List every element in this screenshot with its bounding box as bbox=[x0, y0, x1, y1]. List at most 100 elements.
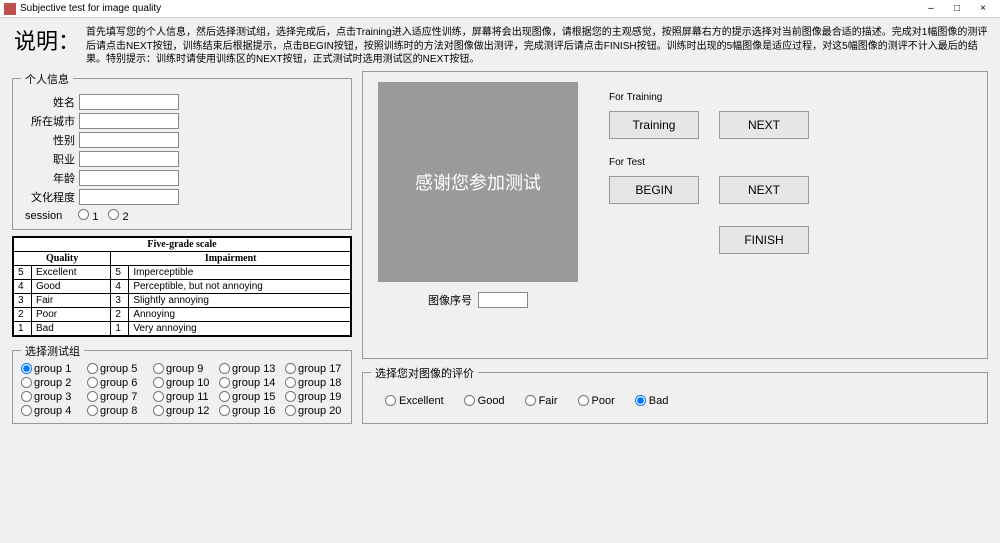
group-option[interactable]: group 5 bbox=[87, 363, 145, 375]
group-option[interactable]: group 18 bbox=[285, 377, 343, 389]
field-gender: 性别 bbox=[21, 132, 343, 148]
training-button[interactable]: Training bbox=[609, 111, 699, 139]
group-option[interactable]: group 13 bbox=[219, 363, 277, 375]
label-city: 所在城市 bbox=[21, 113, 75, 129]
scale-num: 1 bbox=[14, 321, 32, 335]
instructions-text: 首先填写您的个人信息，然后选择测试组，选择完成后，点击Training进入适应性… bbox=[86, 24, 988, 67]
scale-num: 3 bbox=[14, 293, 32, 307]
group-option[interactable]: group 7 bbox=[87, 391, 145, 403]
image-seq-row: 图像序号 bbox=[428, 292, 528, 308]
label-age: 年龄 bbox=[21, 170, 75, 186]
rating-option[interactable]: Excellent bbox=[385, 395, 444, 407]
input-education[interactable] bbox=[79, 189, 179, 205]
minimize-button[interactable]: – bbox=[918, 3, 944, 14]
button-area: For Training Training NEXT For Test BEGI… bbox=[599, 82, 977, 348]
input-name[interactable] bbox=[79, 94, 179, 110]
image-area: 感谢您参加测试 图像序号 bbox=[373, 82, 583, 348]
groups-grid: group 1 group 5 group 9 group 13 group 17 gro… bbox=[21, 363, 343, 417]
group-option[interactable]: group 4 bbox=[21, 405, 79, 417]
begin-button[interactable]: BEGIN bbox=[609, 176, 699, 204]
rating-fieldset: 选择您对图像的评价 Excellent Good Fair Poor Bad bbox=[362, 365, 988, 424]
scale-num: 4 bbox=[14, 279, 32, 293]
group-option[interactable]: group 2 bbox=[21, 377, 79, 389]
scale-impair-header: Impairment bbox=[111, 251, 351, 265]
input-city[interactable] bbox=[79, 113, 179, 129]
close-button[interactable]: × bbox=[970, 3, 996, 14]
instructions-row: 说明： 首先填写您的个人信息，然后选择测试组，选择完成后，点击Training进… bbox=[12, 24, 988, 67]
rating-option[interactable]: Good bbox=[464, 395, 505, 407]
session-row: session 1 2 bbox=[21, 209, 343, 223]
group-option[interactable]: group 20 bbox=[285, 405, 343, 417]
finish-button[interactable]: FINISH bbox=[719, 226, 809, 254]
maximize-button[interactable]: □ bbox=[944, 3, 970, 14]
group-option[interactable]: group 17 bbox=[285, 363, 343, 375]
groups-legend: 选择测试组 bbox=[21, 343, 84, 359]
scale-num: 1 bbox=[111, 321, 129, 335]
group-option[interactable]: group 15 bbox=[219, 391, 277, 403]
rating-legend: 选择您对图像的评价 bbox=[371, 365, 478, 381]
scale-num: 5 bbox=[14, 265, 32, 279]
scale-quality: Good bbox=[32, 279, 111, 293]
scale-impair: Slightly annoying bbox=[129, 293, 351, 307]
input-age[interactable] bbox=[79, 170, 179, 186]
rating-option[interactable]: Poor bbox=[578, 395, 615, 407]
group-option[interactable]: group 19 bbox=[285, 391, 343, 403]
group-option[interactable]: group 16 bbox=[219, 405, 277, 417]
field-education: 文化程度 bbox=[21, 189, 343, 205]
session-opt2[interactable]: 2 bbox=[108, 209, 128, 223]
personal-info-fieldset: 个人信息 姓名 所在城市 性别 职业 年龄 bbox=[12, 71, 352, 230]
label-education: 文化程度 bbox=[21, 189, 75, 205]
scale-title: Five-grade scale bbox=[14, 237, 351, 251]
input-gender[interactable] bbox=[79, 132, 179, 148]
window-title: Subjective test for image quality bbox=[20, 3, 161, 14]
group-option[interactable]: group 14 bbox=[219, 377, 277, 389]
label-gender: 性别 bbox=[21, 132, 75, 148]
label-name: 姓名 bbox=[21, 94, 75, 110]
input-occupation[interactable] bbox=[79, 151, 179, 167]
scale-num: 2 bbox=[14, 307, 32, 321]
group-option[interactable]: group 8 bbox=[87, 405, 145, 417]
group-option[interactable]: group 3 bbox=[21, 391, 79, 403]
scale-impair: Annoying bbox=[129, 307, 351, 321]
titlebar: Subjective test for image quality – □ × bbox=[0, 0, 1000, 18]
scale-num: 4 bbox=[111, 279, 129, 293]
groups-fieldset: 选择测试组 group 1group 5group 9group 13group… bbox=[12, 343, 352, 424]
scale-num: 3 bbox=[111, 293, 129, 307]
session-label: session bbox=[25, 210, 62, 222]
group-option[interactable]: group 12 bbox=[153, 405, 211, 417]
scale-quality-header: Quality bbox=[14, 251, 111, 265]
image-seq-label: 图像序号 bbox=[428, 292, 472, 308]
group-option[interactable]: group 9 bbox=[153, 363, 211, 375]
group-option[interactable]: group 6 bbox=[87, 377, 145, 389]
scale-quality: Poor bbox=[32, 307, 111, 321]
rating-option[interactable]: Bad bbox=[635, 395, 669, 407]
scale-impair: Imperceptible bbox=[129, 265, 351, 279]
image-text: 感谢您参加测试 bbox=[415, 169, 541, 195]
scale-impair: Very annoying bbox=[129, 321, 351, 335]
scale-quality: Bad bbox=[32, 321, 111, 335]
scale-num: 2 bbox=[111, 307, 129, 321]
field-occupation: 职业 bbox=[21, 151, 343, 167]
image-placeholder: 感谢您参加测试 bbox=[378, 82, 578, 282]
personal-info-legend: 个人信息 bbox=[21, 71, 73, 87]
field-city: 所在城市 bbox=[21, 113, 343, 129]
rating-option[interactable]: Fair bbox=[525, 395, 558, 407]
group-option[interactable]: group 11 bbox=[153, 391, 211, 403]
main-panel: 感谢您参加测试 图像序号 For Training Training NEXT … bbox=[362, 71, 988, 359]
scale-quality: Fair bbox=[32, 293, 111, 307]
test-sublabel: For Test bbox=[609, 157, 977, 168]
app-icon bbox=[4, 3, 16, 15]
group-option[interactable]: group 10 bbox=[153, 377, 211, 389]
field-name: 姓名 bbox=[21, 94, 343, 110]
training-next-button[interactable]: NEXT bbox=[719, 111, 809, 139]
rating-row: Excellent Good Fair Poor Bad bbox=[371, 385, 979, 417]
content-area: 说明： 首先填写您的个人信息，然后选择测试组，选择完成后，点击Training进… bbox=[0, 18, 1000, 543]
field-age: 年龄 bbox=[21, 170, 343, 186]
label-occupation: 职业 bbox=[21, 151, 75, 167]
scale-impair: Perceptible, but not annoying bbox=[129, 279, 351, 293]
instructions-label: 说明： bbox=[12, 24, 86, 56]
image-seq-input[interactable] bbox=[478, 292, 528, 308]
test-next-button[interactable]: NEXT bbox=[719, 176, 809, 204]
group-option[interactable]: group 1 bbox=[21, 363, 79, 375]
session-opt1[interactable]: 1 bbox=[78, 209, 98, 223]
